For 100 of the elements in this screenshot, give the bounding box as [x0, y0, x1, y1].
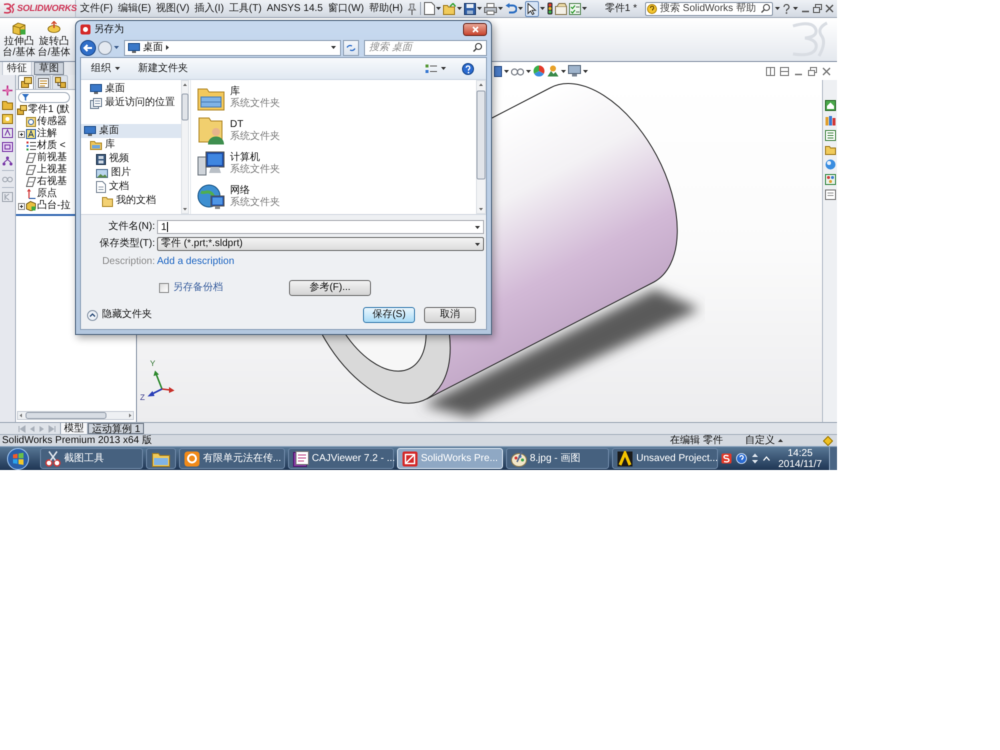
view-options-icon[interactable]	[425, 64, 437, 74]
taskbar-button[interactable]: CAJViewer 7.2 - ...	[288, 448, 394, 469]
file-item[interactable]: 库 系统文件夹	[191, 81, 476, 114]
help-icon[interactable]	[462, 62, 474, 74]
caret-icon[interactable]	[475, 242, 480, 246]
file-item[interactable]: 网络 系统文件夹	[191, 180, 476, 213]
select-tool-button[interactable]	[524, 0, 539, 16]
split-view-icon[interactable]	[780, 66, 789, 76]
folder-icon[interactable]	[824, 145, 836, 155]
tree-item[interactable]: 原点	[16, 188, 57, 200]
hierarchy-icon[interactable]	[2, 156, 13, 166]
nav-item[interactable]: 桌面	[81, 124, 181, 138]
color-ball-icon[interactable]	[824, 159, 836, 170]
help-icon[interactable]	[783, 4, 790, 14]
address-bar[interactable]: 桌面	[124, 40, 341, 56]
file-name-field[interactable]: 1	[157, 220, 484, 234]
printer-icon[interactable]	[484, 2, 497, 14]
help-search-field[interactable]: 搜索 SolidWorks 帮助	[645, 2, 773, 16]
breadcrumb[interactable]: 桌面	[143, 42, 163, 54]
panel-tab[interactable]	[18, 75, 34, 89]
nav-item[interactable]: 桌面	[81, 82, 181, 96]
undo-icon[interactable]	[504, 2, 517, 14]
tab[interactable]: 模型	[60, 423, 88, 434]
menu-item[interactable]: 文件(F)	[79, 2, 114, 14]
add-description-link[interactable]: Add a description	[157, 256, 234, 268]
back-icon[interactable]	[80, 40, 96, 56]
caret-icon[interactable]	[498, 7, 503, 10]
traffic-light-icon[interactable]	[546, 2, 553, 15]
tab[interactable]: 特征	[2, 62, 32, 75]
caret-icon[interactable]	[582, 7, 587, 10]
caret-icon[interactable]	[476, 7, 482, 10]
close-icon[interactable]	[822, 66, 831, 76]
checkbox[interactable]	[159, 283, 169, 293]
nav-item[interactable]: 图片	[81, 166, 181, 180]
split-view-icon[interactable]	[766, 66, 775, 76]
caret-icon[interactable]	[526, 70, 531, 72]
taskbar-button[interactable]: Unsaved Project...	[612, 448, 718, 469]
restore-icon[interactable]	[808, 66, 817, 76]
nav-item[interactable]: 视频	[81, 152, 181, 166]
menu-item[interactable]: 插入(I)	[193, 2, 225, 14]
checkbox-label[interactable]: 另存备份档	[173, 282, 223, 294]
menu-item[interactable]: 窗口(W)	[326, 2, 365, 14]
books-icon[interactable]	[824, 115, 836, 126]
caret-icon[interactable]	[456, 7, 462, 10]
hide-folders-toggle[interactable]: 隐藏文件夹	[87, 309, 152, 321]
pushpin-icon[interactable]	[406, 2, 417, 14]
caret-icon[interactable]	[775, 7, 780, 10]
tree-item[interactable]: 前视基	[16, 152, 67, 164]
nav-item[interactable]: 我的文档	[81, 194, 181, 208]
glasses-icon[interactable]	[511, 66, 524, 76]
tab[interactable]: 运动算例 1	[88, 423, 144, 434]
caret-icon[interactable]	[331, 46, 336, 49]
chevron-up-icon[interactable]	[763, 456, 770, 461]
caret-icon[interactable]	[518, 7, 523, 10]
filter-field[interactable]	[18, 92, 70, 102]
scrollbar[interactable]	[181, 80, 189, 214]
caret-icon[interactable]	[793, 7, 798, 10]
s-tile-icon[interactable]	[721, 453, 732, 464]
panel-tab[interactable]	[52, 75, 68, 89]
folder-icon[interactable]	[2, 100, 13, 110]
monitor-icon[interactable]	[568, 65, 581, 77]
scrollbar[interactable]	[17, 411, 134, 420]
tree-item[interactable]: 上视基	[16, 164, 67, 176]
nav-item[interactable]: 最近访问的位置	[81, 96, 181, 110]
panel-tab[interactable]	[35, 75, 51, 89]
caret-icon[interactable]	[540, 7, 545, 10]
tree-item[interactable]: 零件1 (默	[16, 104, 70, 116]
scene-icon[interactable]	[547, 65, 559, 77]
menu-item[interactable]: 视图(V)	[155, 2, 190, 14]
command-button[interactable]: 拉伸凸台/基体	[2, 21, 36, 58]
menu-item[interactable]: 工具(T)	[228, 2, 263, 14]
clipboard-icon[interactable]	[824, 189, 836, 200]
taskbar-button[interactable]	[146, 448, 176, 469]
arrows-icon[interactable]	[751, 453, 760, 464]
menu-item[interactable]: 编辑(E)	[116, 2, 152, 14]
taskbar-button[interactable]: 8.jpg - 画图	[506, 448, 610, 469]
dialog-button[interactable]: 取消	[424, 307, 476, 323]
frame-icon[interactable]	[2, 128, 13, 138]
expand-icon[interactable]	[18, 130, 25, 138]
expand-icon[interactable]	[18, 202, 25, 210]
caret-icon[interactable]	[441, 67, 446, 70]
palette-icon[interactable]	[824, 174, 836, 185]
tree-item[interactable]: 右视基	[16, 176, 67, 188]
taskbar-button[interactable]: 截图工具	[40, 448, 144, 469]
taskbar-clock[interactable]: 14:25 2014/11/7	[778, 448, 822, 470]
caret-icon[interactable]	[583, 70, 588, 72]
caret-icon[interactable]	[504, 70, 509, 72]
tree-item[interactable]: 注解	[16, 128, 57, 140]
command-button[interactable]: 旋转凸台/基体	[37, 21, 71, 58]
caret-icon[interactable]	[436, 7, 441, 10]
new-document-icon[interactable]	[424, 2, 435, 15]
document-list-icon[interactable]	[824, 130, 836, 141]
dialog-button[interactable]: 保存(S)	[363, 307, 415, 323]
scrollbar[interactable]	[476, 80, 486, 214]
house-icon[interactable]	[824, 100, 836, 111]
picture-frame-icon[interactable]	[2, 114, 13, 124]
document-box-icon[interactable]	[554, 2, 567, 14]
color-ball-icon[interactable]	[533, 65, 545, 77]
cube-icon[interactable]	[494, 66, 502, 76]
frame-icon[interactable]	[2, 142, 13, 152]
